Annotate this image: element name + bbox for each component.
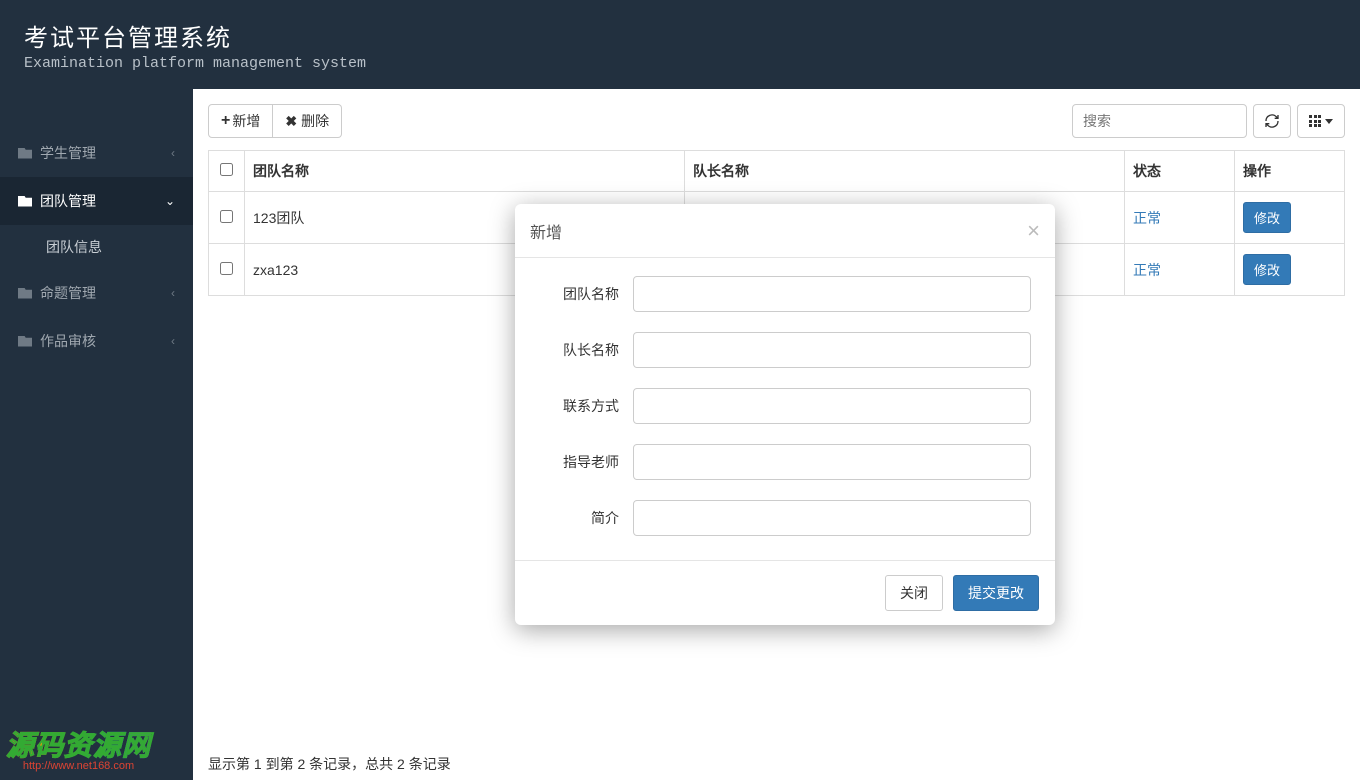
chevron-down-icon: ⌄	[165, 194, 175, 208]
refresh-button[interactable]	[1253, 104, 1291, 138]
edit-button[interactable]: 修改	[1243, 202, 1291, 233]
refresh-icon	[1264, 113, 1280, 129]
modal-footer: 关闭 提交更改	[515, 560, 1055, 625]
chevron-left-icon: ‹	[171, 286, 175, 300]
folder-icon	[18, 336, 32, 347]
input-teacher[interactable]	[633, 444, 1031, 480]
folder-icon	[18, 288, 32, 299]
th-action[interactable]: 操作	[1235, 151, 1345, 192]
label-leader-name: 队长名称	[539, 340, 619, 360]
add-button[interactable]: +新增	[208, 104, 273, 138]
modal-body: 团队名称 队长名称 联系方式 指导老师 简介	[515, 258, 1055, 560]
modal-title: 新增	[530, 219, 562, 243]
chevron-left-icon: ‹	[171, 334, 175, 348]
submit-button[interactable]: 提交更改	[953, 575, 1039, 611]
sidebar-subitem-label: 团队信息	[46, 239, 102, 255]
sidebar-item-proposition[interactable]: 命题管理 ‹	[0, 269, 193, 317]
delete-button[interactable]: ✖删除	[273, 104, 342, 138]
close-icon[interactable]: ×	[1027, 223, 1040, 239]
app-subtitle: Examination platform management system	[24, 55, 1360, 72]
chevron-left-icon: ‹	[171, 146, 175, 160]
sidebar-item-label: 学生管理	[40, 143, 171, 163]
search-input[interactable]	[1072, 104, 1247, 138]
sidebar-subitem-team-info[interactable]: 团队信息	[0, 225, 193, 269]
input-leader-name[interactable]	[633, 332, 1031, 368]
label-teacher: 指导老师	[539, 452, 619, 472]
watermark: 源码资源网 http://www.net168.com	[6, 724, 151, 772]
sidebar-item-label: 团队管理	[40, 191, 165, 211]
th-leader-name[interactable]: 队长名称	[685, 151, 1125, 192]
sidebar: 学生管理 ‹ 团队管理 ⌄ 团队信息 命题管理 ‹ 作品审核 ‹ 源码资源网 h…	[0, 89, 193, 780]
sidebar-item-team[interactable]: 团队管理 ⌄	[0, 177, 193, 225]
status-link[interactable]: 正常	[1133, 210, 1161, 226]
sidebar-item-label: 命题管理	[40, 283, 171, 303]
input-team-name[interactable]	[633, 276, 1031, 312]
th-team-name[interactable]: 团队名称	[245, 151, 685, 192]
app-header: 考试平台管理系统 Examination platform management…	[0, 0, 1360, 89]
label-contact: 联系方式	[539, 396, 619, 416]
sidebar-item-label: 作品审核	[40, 331, 171, 351]
sidebar-item-works[interactable]: 作品审核 ‹	[0, 317, 193, 365]
status-link[interactable]: 正常	[1133, 262, 1161, 278]
caret-down-icon	[1325, 119, 1333, 124]
add-modal: 新增 × 团队名称 队长名称 联系方式 指导老师 简介 关闭 提交更改	[515, 204, 1055, 625]
grid-icon	[1309, 115, 1321, 127]
label-intro: 简介	[539, 508, 619, 528]
x-icon: ✖	[285, 113, 297, 130]
edit-button[interactable]: 修改	[1243, 254, 1291, 285]
row-checkbox[interactable]	[220, 210, 233, 223]
label-team-name: 团队名称	[539, 284, 619, 304]
row-checkbox[interactable]	[220, 262, 233, 275]
th-status[interactable]: 状态	[1125, 151, 1235, 192]
modal-header: 新增 ×	[515, 204, 1055, 258]
th-checkbox	[209, 151, 245, 192]
close-button[interactable]: 关闭	[885, 575, 943, 611]
folder-icon	[18, 196, 32, 207]
select-all-checkbox[interactable]	[220, 163, 233, 176]
columns-button[interactable]	[1297, 104, 1345, 138]
folder-icon	[18, 148, 32, 159]
pagination-info: 显示第 1 到第 2 条记录，总共 2 条记录	[208, 754, 451, 774]
plus-icon: +	[221, 114, 230, 128]
input-intro[interactable]	[633, 500, 1031, 536]
sidebar-item-student[interactable]: 学生管理 ‹	[0, 129, 193, 177]
toolbar: +新增 ✖删除	[208, 104, 1345, 138]
app-title: 考试平台管理系统	[24, 18, 1360, 53]
input-contact[interactable]	[633, 388, 1031, 424]
